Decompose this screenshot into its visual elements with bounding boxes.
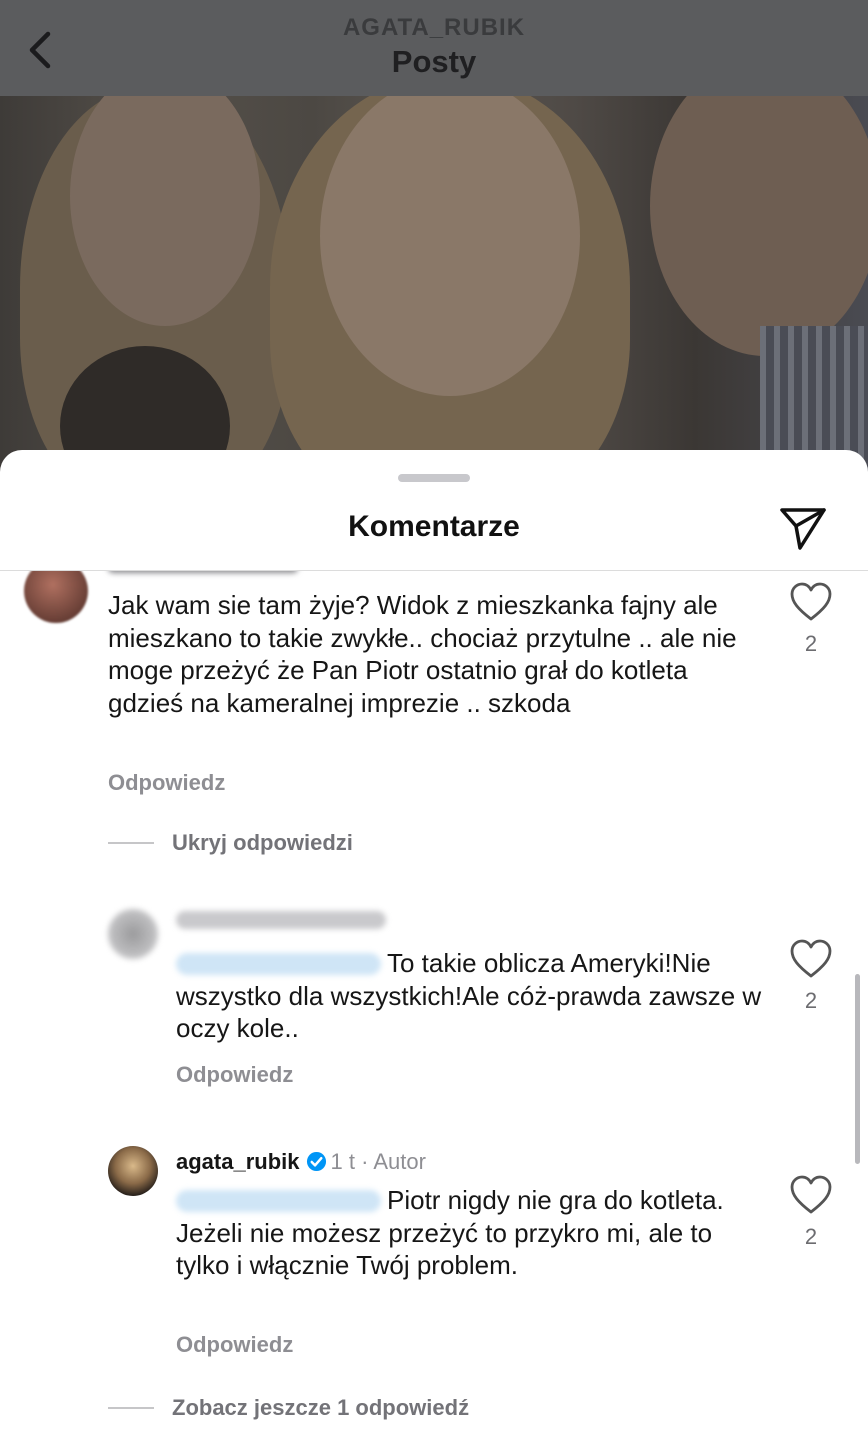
- heart-outline-icon: [790, 1175, 832, 1214]
- mention-blurred[interactable]: [176, 1190, 381, 1212]
- reply-button[interactable]: Odpowiedz: [176, 1062, 293, 1088]
- app-header: AGATA_RUBIK Posty: [0, 0, 868, 96]
- author-row: agata_rubik 1 t · Autor: [176, 1149, 426, 1175]
- reply-text: To takie oblicza Ameryki!Nie wszystko dl…: [176, 947, 766, 1045]
- heart-outline-icon: [790, 582, 832, 621]
- sheet-title: Komentarze: [348, 510, 520, 543]
- hide-replies-button[interactable]: Ukryj odpowiedzi: [172, 830, 353, 856]
- paper-plane-icon: [780, 508, 826, 550]
- sheet-grabber[interactable]: [398, 474, 470, 482]
- post-photo: [0, 96, 868, 476]
- like-button[interactable]: [788, 581, 834, 623]
- reply-username-blurred: [176, 911, 386, 929]
- heart-outline-icon: [790, 939, 832, 978]
- like-count: 2: [804, 631, 818, 656]
- view-more-replies-button[interactable]: Zobacz jeszcze 1 odpowiedź: [172, 1395, 469, 1421]
- mention-blurred[interactable]: [176, 953, 381, 975]
- avatar[interactable]: [108, 1146, 158, 1196]
- comment-text: Jak wam sie tam żyje? Widok z mieszkanka…: [108, 590, 737, 718]
- comment-username-blurred: [108, 571, 298, 573]
- like-count: 2: [804, 988, 818, 1013]
- thread-line: [108, 842, 154, 844]
- comments-sheet: Komentarze ​ Jak wam sie tam żyje? Widok…: [0, 450, 868, 1439]
- header-username: AGATA_RUBIK: [342, 14, 526, 41]
- avatar[interactable]: [24, 571, 88, 623]
- reply-time: 1 t: [330, 1149, 355, 1174]
- separator-dot: ·: [361, 1149, 369, 1174]
- like-count: 2: [804, 1224, 818, 1249]
- header-title: Posty: [391, 44, 477, 79]
- reply-button[interactable]: Odpowiedz: [176, 1332, 293, 1358]
- reply-button[interactable]: Odpowiedz: [108, 770, 225, 796]
- share-button[interactable]: [778, 502, 828, 552]
- reply-username[interactable]: agata_rubik: [176, 1149, 300, 1174]
- reply-text: Piotr nigdy nie gra do kotleta. Jeżeli n…: [176, 1184, 766, 1282]
- avatar[interactable]: [108, 909, 158, 959]
- verified-badge-icon: [306, 1151, 326, 1172]
- comments-list: ​ Jak wam sie tam żyje? Widok z mieszkan…: [0, 571, 868, 1439]
- thread-line: [108, 1407, 154, 1409]
- like-button[interactable]: [788, 1174, 834, 1216]
- scrollbar[interactable]: [855, 974, 860, 1164]
- like-button[interactable]: [788, 938, 834, 980]
- author-badge: Autor: [373, 1149, 426, 1174]
